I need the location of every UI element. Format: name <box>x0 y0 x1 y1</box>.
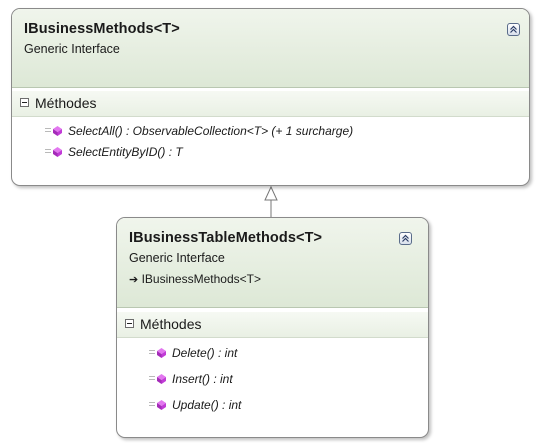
interface-title: IBusinessTableMethods<T> <box>129 230 323 246</box>
collapse-button[interactable] <box>399 232 412 245</box>
interface-stereotype: Generic Interface <box>24 42 120 56</box>
method-row[interactable]: Update() : int <box>117 395 428 421</box>
collapse-button[interactable] <box>507 23 520 36</box>
inheritance-line: ➔ IBusinessMethods<T> <box>129 272 261 286</box>
method-icon <box>149 348 166 358</box>
methods-section-label: Méthodes <box>140 316 202 332</box>
method-icon <box>45 126 62 136</box>
method-icon <box>149 374 166 384</box>
methods-section-label: Méthodes <box>35 95 97 111</box>
minus-toggle-icon[interactable] <box>20 98 29 107</box>
method-row[interactable]: SelectAll() : ObservableCollection<T> (+… <box>12 121 529 142</box>
methods-section-header[interactable]: Méthodes <box>12 91 529 117</box>
method-row[interactable]: SelectEntityByID() : T <box>12 142 529 163</box>
method-signature: Delete() : int <box>172 346 238 360</box>
interface-title: IBusinessMethods<T> <box>24 21 180 37</box>
double-chevron-up-icon <box>510 25 517 33</box>
minus-toggle-icon[interactable] <box>125 319 134 328</box>
methods-section-header[interactable]: Méthodes <box>117 312 428 338</box>
method-row[interactable]: Delete() : int <box>117 343 428 369</box>
method-row[interactable]: Insert() : int <box>117 369 428 395</box>
inherit-arrow-icon: ➔ <box>129 274 139 286</box>
interface-stereotype: Generic Interface <box>129 251 225 265</box>
method-signature: Update() : int <box>172 398 242 412</box>
method-signature: SelectEntityByID() : T <box>68 145 183 159</box>
method-signature: SelectAll() : ObservableCollection<T> (+… <box>68 124 354 138</box>
inherited-interface: IBusinessMethods<T> <box>141 272 261 286</box>
interface-header: IBusinessMethods<T> Generic Interface <box>12 9 529 88</box>
interface-ibusinesstablemethods[interactable]: IBusinessTableMethods<T> Generic Interfa… <box>116 217 429 438</box>
method-icon <box>45 147 62 157</box>
interface-header: IBusinessTableMethods<T> Generic Interfa… <box>117 218 428 308</box>
method-icon <box>149 400 166 410</box>
interface-ibusinessmethods[interactable]: IBusinessMethods<T> Generic Interface Mé… <box>11 8 530 186</box>
method-signature: Insert() : int <box>172 372 233 386</box>
double-chevron-up-icon <box>402 234 409 242</box>
